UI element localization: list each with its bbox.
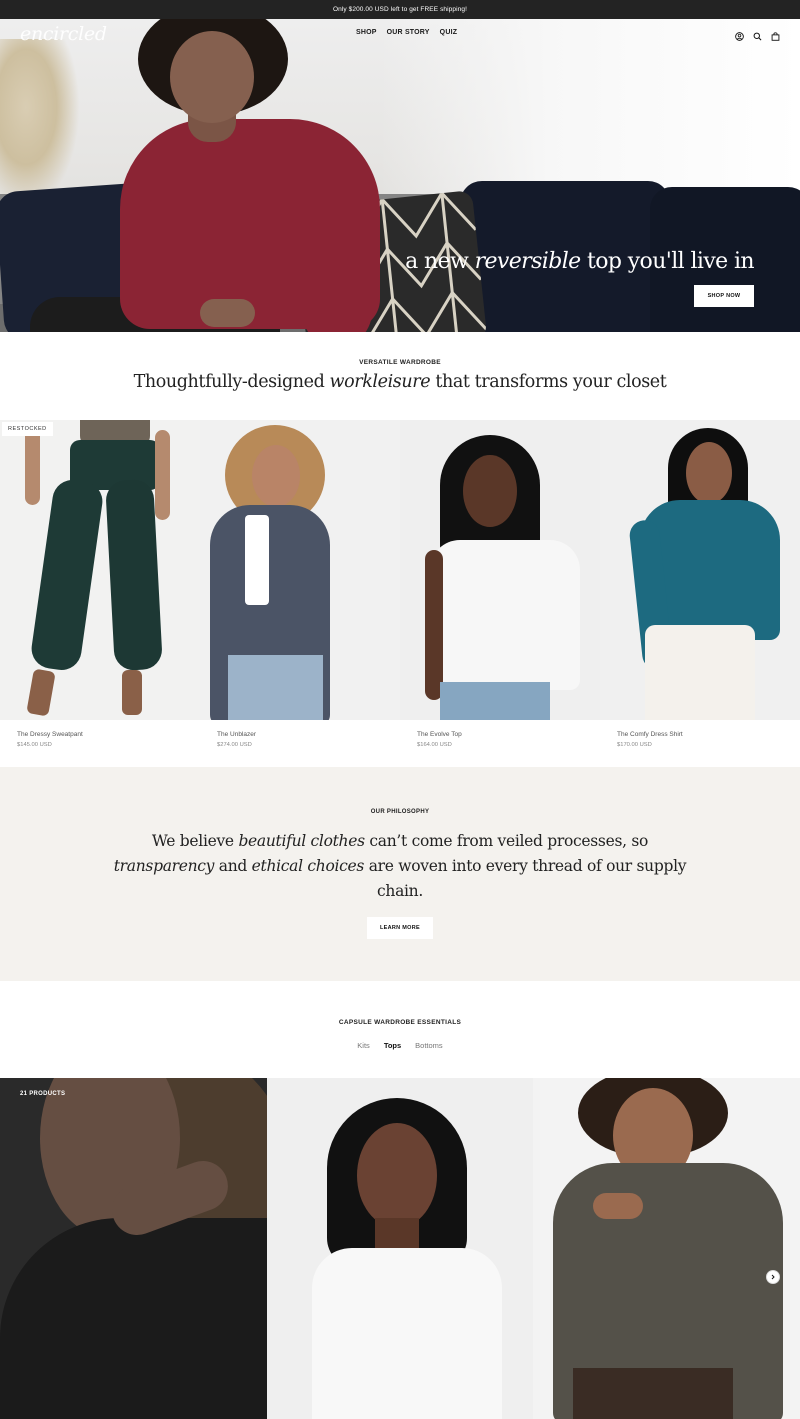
main-nav: SHOP OUR STORY QUIZ	[356, 29, 457, 36]
capsule-gallery	[0, 1078, 800, 1419]
capsule-tabs: Kits Tops Bottoms	[0, 1041, 800, 1050]
tab-tops[interactable]: Tops	[384, 1041, 401, 1050]
tab-bottoms[interactable]: Bottoms	[415, 1041, 443, 1050]
philosophy-eyebrow: OUR PHILOSOPHY	[370, 809, 430, 815]
product-card-comfy-dress-shirt[interactable]	[600, 420, 800, 720]
announcement-bar: Only $200.00 USD left to get FREE shippi…	[0, 0, 800, 19]
product-meta-unblazer: The Unblazer $274.00 USD	[200, 731, 400, 748]
product-card-evolve-top-white[interactable]	[267, 1078, 533, 1419]
learn-more-button[interactable]: LEARN MORE	[367, 917, 433, 939]
hero-title: a new reversible top you'll live in	[405, 249, 755, 274]
wardrobe-eyebrow: VERSATILE WARDROBE	[359, 359, 441, 366]
nav-our-story[interactable]: OUR STORY	[387, 29, 430, 36]
pampas-grass-decor	[0, 39, 80, 209]
restocked-badge: RESTOCKED	[2, 422, 53, 436]
search-icon[interactable]	[753, 28, 762, 41]
tab-kits[interactable]: Kits	[357, 1041, 370, 1050]
product-price: $274.00 USD	[217, 742, 252, 748]
account-icon[interactable]	[735, 28, 744, 41]
product-name[interactable]: The Unblazer	[217, 731, 400, 738]
product-name[interactable]: The Evolve Top	[417, 731, 600, 738]
shop-now-button[interactable]: SHOP NOW	[694, 285, 754, 307]
product-count: 21 PRODUCTS	[20, 1091, 66, 1097]
product-name[interactable]: The Comfy Dress Shirt	[617, 731, 800, 738]
product-meta-evolve-top: The Evolve Top $164.00 USD	[400, 731, 600, 748]
product-price: $164.00 USD	[417, 742, 452, 748]
product-meta-dressy-sweatpant: The Dressy Sweatpant $145.00 USD	[0, 731, 200, 748]
header-icons	[735, 28, 780, 41]
product-meta-comfy-dress-shirt: The Comfy Dress Shirt $170.00 USD	[600, 731, 800, 748]
brand-logo[interactable]: encircled	[20, 23, 107, 45]
product-card-evolve-top[interactable]	[400, 420, 600, 720]
philosophy-statement: We believe beautiful clothes can’t come …	[113, 832, 687, 900]
hero-image	[0, 19, 800, 332]
product-grid: RESTOCKED	[0, 420, 800, 720]
bag-icon[interactable]	[771, 28, 780, 41]
product-card-dressy-sweatpant[interactable]: RESTOCKED	[0, 420, 200, 720]
nav-quiz[interactable]: QUIZ	[440, 29, 458, 36]
product-card-gray-sweatshirt[interactable]	[533, 1078, 800, 1419]
chevron-right-icon[interactable]	[766, 1270, 780, 1284]
product-price: $145.00 USD	[17, 742, 52, 748]
nav-shop[interactable]: SHOP	[356, 29, 377, 36]
capsule-eyebrow: CAPSULE WARDROBE ESSENTIALS	[338, 1019, 462, 1026]
product-name[interactable]: The Dressy Sweatpant	[17, 731, 200, 738]
collection-card-tops[interactable]	[0, 1078, 267, 1419]
product-price: $170.00 USD	[617, 742, 652, 748]
product-card-unblazer[interactable]	[200, 420, 400, 720]
wardrobe-heading: Thoughtfully-designed workleisure that t…	[133, 372, 667, 392]
